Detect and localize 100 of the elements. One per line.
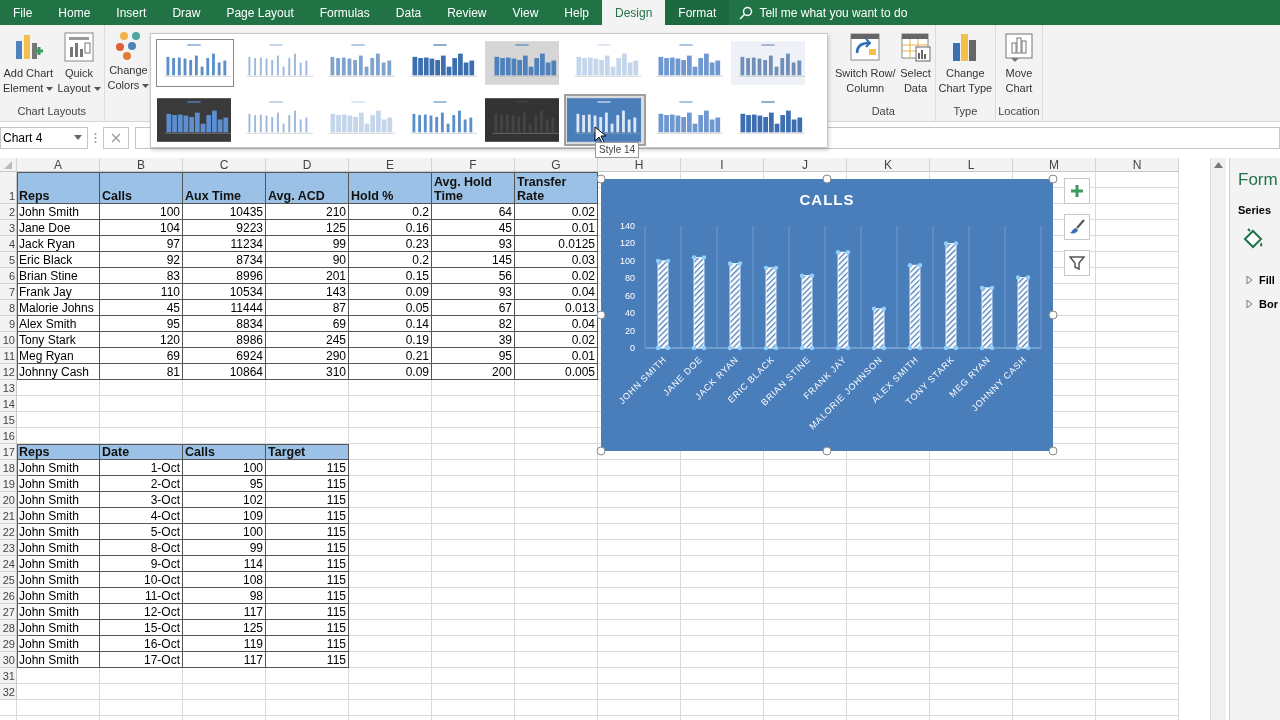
column-letter[interactable]: F [469, 157, 477, 172]
column-letter[interactable]: I [720, 157, 724, 172]
table-cell: 93 [432, 236, 515, 252]
table-cell: John Smith [17, 476, 100, 492]
ribbon-tab[interactable]: Help [551, 0, 602, 25]
section-label[interactable]: Bor [1259, 298, 1278, 310]
table-cell: John Smith [17, 620, 100, 636]
ribbon-button[interactable]: Move Chart [1001, 25, 1036, 105]
ribbon-tab[interactable]: File [0, 0, 46, 25]
row-number[interactable]: 28 [2, 621, 15, 635]
ribbon-tab[interactable]: Format [665, 0, 730, 25]
column-letter[interactable]: D [302, 157, 312, 172]
ribbon-button[interactable]: Add Chart Element [2, 25, 55, 105]
column-letter[interactable]: N [1132, 157, 1142, 172]
row-number[interactable]: 31 [2, 669, 15, 683]
row-number[interactable]: 29 [2, 637, 15, 651]
ribbon-tab[interactable]: Data [382, 0, 435, 25]
column-letter[interactable]: H [634, 157, 644, 172]
ribbon-tab[interactable]: Page Layout [213, 0, 307, 25]
cancel-button[interactable] [103, 126, 129, 149]
bar[interactable] [799, 273, 815, 351]
row-number[interactable]: 13 [2, 381, 15, 395]
chart-side-button[interactable] [1064, 178, 1090, 204]
table-cell: 11-Oct [100, 588, 183, 604]
table-cell: 0.16 [349, 220, 432, 236]
ribbon-tab[interactable]: Design [602, 0, 666, 25]
chart-side-button[interactable] [1064, 250, 1090, 276]
ribbon-button[interactable]: Change Colors [106, 25, 151, 121]
row-number[interactable]: 20 [2, 493, 15, 507]
column-letter[interactable]: A [54, 157, 62, 172]
row-number[interactable]: 26 [2, 589, 15, 603]
ribbon-tab[interactable]: Draw [159, 0, 214, 25]
resize-handle[interactable] [596, 310, 606, 320]
ribbon-tab[interactable]: Insert [103, 0, 160, 25]
row-number[interactable]: 25 [2, 573, 15, 587]
bar[interactable] [979, 285, 995, 351]
ribbon-tab[interactable]: View [499, 0, 552, 25]
resize-handle[interactable] [1048, 310, 1058, 320]
table-cell: 0.2 [349, 204, 432, 220]
row-number[interactable]: 24 [2, 557, 15, 571]
row-number[interactable]: 19 [2, 477, 15, 491]
column-letter[interactable]: M [1049, 157, 1059, 172]
bar[interactable] [835, 249, 851, 351]
scroll-bar[interactable] [1210, 158, 1226, 720]
resize-handle[interactable] [1048, 446, 1058, 456]
bar[interactable] [655, 258, 671, 351]
row-number[interactable]: 17 [2, 445, 15, 459]
row-number[interactable]: 16 [2, 429, 15, 443]
row-number[interactable]: 12 [2, 365, 15, 379]
ribbon-tab[interactable]: Review [434, 0, 500, 25]
row-number[interactable]: 30 [2, 653, 15, 667]
column-letter[interactable]: K [884, 157, 892, 172]
name-box[interactable]: Chart 4 [0, 126, 88, 149]
bar[interactable] [871, 306, 887, 351]
table-cell: 115 [266, 556, 349, 572]
column-letter[interactable]: L [967, 157, 975, 172]
paint-bucket-icon[interactable] [1242, 228, 1264, 250]
axis-label: 20 [625, 325, 635, 336]
column-letter[interactable]: E [386, 157, 394, 172]
ribbon-button[interactable]: Switch Row/ Column [834, 25, 897, 105]
ribbon-tab[interactable]: Formulas [306, 0, 383, 25]
column-letter[interactable]: B [137, 157, 145, 172]
row-number[interactable]: 18 [2, 461, 15, 475]
row-number[interactable]: 32 [2, 685, 15, 699]
ribbon-tab[interactable]: Home [45, 0, 104, 25]
section-label[interactable]: Fill [1259, 274, 1275, 286]
bar[interactable] [943, 241, 959, 351]
table-cell: John Smith [17, 588, 100, 604]
search-field[interactable]: Tell me what you want to do [759, 5, 960, 20]
collapsed-icon[interactable] [1246, 300, 1253, 308]
resize-handle[interactable] [1048, 174, 1058, 184]
row-number[interactable]: 27 [2, 605, 15, 619]
bar[interactable] [763, 265, 779, 351]
chart-side-button[interactable] [1064, 214, 1090, 240]
column-letter[interactable]: G [551, 157, 561, 172]
ribbon-button[interactable]: Quick Layout [56, 25, 102, 105]
column-letter[interactable]: J [802, 157, 808, 172]
bar[interactable] [727, 261, 743, 351]
bar[interactable] [1015, 275, 1031, 351]
resize-handle[interactable] [596, 174, 606, 184]
bar[interactable] [907, 263, 923, 351]
column-header: Reps [17, 444, 100, 460]
row-number[interactable]: 15 [2, 413, 15, 427]
row-number[interactable]: 1 [8, 189, 15, 203]
bar[interactable] [691, 255, 707, 351]
ribbon-button[interactable]: Select Data [898, 25, 933, 105]
table-cell: 11234 [183, 236, 266, 252]
row-number[interactable]: 10 [2, 333, 15, 347]
scroll-up-icon[interactable] [1214, 162, 1223, 168]
row-number[interactable]: 14 [2, 397, 15, 411]
row-number[interactable]: 23 [2, 541, 15, 555]
resize-handle[interactable] [822, 174, 832, 184]
column-letter[interactable]: C [219, 157, 229, 172]
resize-handle[interactable] [822, 446, 832, 456]
ribbon-button[interactable]: Change Chart Type [937, 25, 994, 105]
cursor-icon [594, 126, 606, 144]
row-number[interactable]: 22 [2, 525, 15, 539]
row-number[interactable]: 21 [2, 509, 15, 523]
collapsed-icon[interactable] [1246, 276, 1253, 284]
resize-handle[interactable] [596, 446, 606, 456]
